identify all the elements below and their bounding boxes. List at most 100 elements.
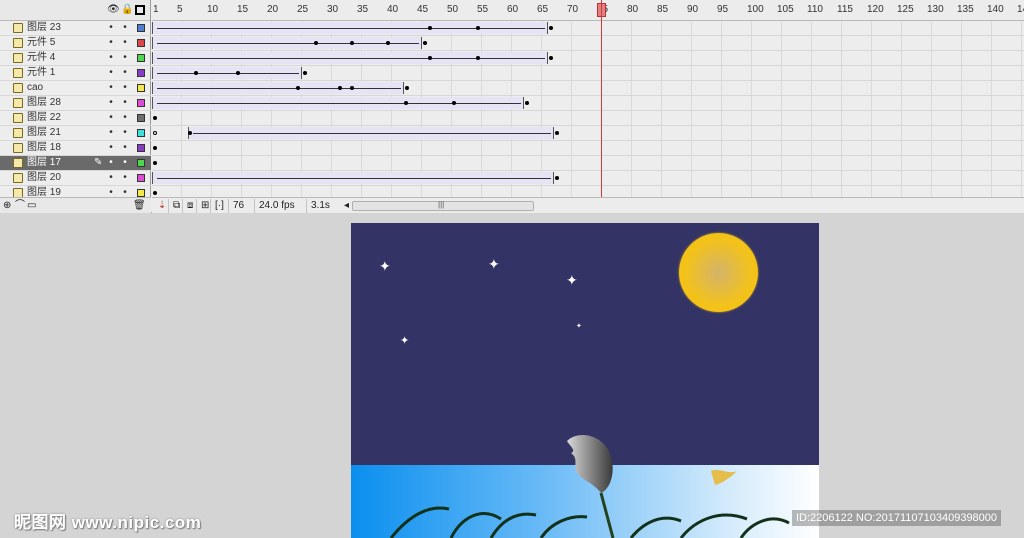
visibility-dot[interactable]: • (108, 36, 114, 50)
outline-color-swatch[interactable] (137, 24, 145, 32)
keyframe[interactable] (423, 41, 427, 45)
visibility-dot[interactable]: • (108, 141, 114, 155)
outline-color-swatch[interactable] (137, 144, 145, 152)
outline-color-swatch[interactable] (137, 69, 145, 77)
layer-name[interactable]: 图层 20 (27, 171, 61, 185)
keyframe[interactable] (386, 41, 390, 45)
visibility-dot[interactable]: • (108, 96, 114, 110)
keyframe[interactable] (153, 191, 157, 195)
frame-row[interactable] (152, 51, 1024, 66)
visibility-dot[interactable]: • (108, 66, 114, 80)
modify-markers-icon[interactable]: [·] (210, 199, 228, 213)
keyframe[interactable] (405, 86, 409, 90)
keyframe[interactable] (350, 41, 354, 45)
lock-dot[interactable]: • (122, 111, 128, 125)
visibility-dot[interactable]: • (108, 171, 114, 185)
keyframe[interactable] (296, 86, 300, 90)
tween-span[interactable] (152, 82, 404, 94)
lock-dot[interactable]: • (122, 66, 128, 80)
horizontal-scrollbar[interactable]: ||| (352, 200, 534, 211)
keyframe[interactable] (153, 161, 157, 165)
outline-color-swatch[interactable] (137, 129, 145, 137)
keyframe[interactable] (428, 56, 432, 60)
frame-row[interactable] (152, 186, 1024, 197)
lock-dot[interactable]: • (122, 171, 128, 185)
frame-row[interactable] (152, 21, 1024, 36)
keyframe[interactable] (525, 101, 529, 105)
keyframe[interactable] (452, 101, 456, 105)
keyframe[interactable] (236, 71, 240, 75)
lock-dot[interactable]: • (122, 141, 128, 155)
layer-row[interactable]: 图层 23 • • (0, 21, 151, 36)
keyframe[interactable] (350, 86, 354, 90)
layer-name[interactable]: 元件 1 (27, 66, 55, 80)
visibility-dot[interactable]: • (108, 111, 114, 125)
tween-span[interactable] (152, 67, 302, 79)
keyframe[interactable] (549, 26, 553, 30)
insert-folder-icon[interactable]: ▭ (27, 200, 36, 211)
layer-name[interactable]: 元件 5 (27, 36, 55, 50)
layer-row[interactable]: 元件 5 • • (0, 36, 151, 51)
keyframe[interactable] (153, 146, 157, 150)
layer-row[interactable]: 图层 21 • • (0, 126, 151, 141)
lock-dot[interactable]: • (122, 36, 128, 50)
outline-color-swatch[interactable] (137, 159, 145, 167)
frame-row[interactable] (152, 141, 1024, 156)
frame-row[interactable] (152, 66, 1024, 81)
keyframe[interactable] (153, 131, 157, 135)
layer-name[interactable]: 图层 17 (27, 156, 61, 170)
keyframe[interactable] (549, 56, 553, 60)
keyframe[interactable] (314, 41, 318, 45)
layer-row[interactable]: 图层 22 • • (0, 111, 151, 126)
keyframe[interactable] (476, 56, 480, 60)
keyframe[interactable] (338, 86, 342, 90)
frame-row[interactable] (152, 96, 1024, 111)
tween-span[interactable] (152, 172, 554, 184)
layer-row[interactable]: 图层 17 ✎ • • (0, 156, 151, 171)
lock-dot[interactable]: • (122, 126, 128, 140)
layer-name[interactable]: 图层 28 (27, 96, 61, 110)
tween-span[interactable] (152, 37, 422, 49)
visibility-dot[interactable]: • (108, 21, 114, 35)
lock-dot[interactable]: • (122, 156, 128, 170)
keyframe[interactable] (303, 71, 307, 75)
frame-row[interactable] (152, 36, 1024, 51)
keyframe[interactable] (188, 131, 192, 135)
layer-row[interactable]: 图层 18 • • (0, 141, 151, 156)
lock-dot[interactable]: • (122, 81, 128, 95)
frame-row[interactable] (152, 171, 1024, 186)
layer-name[interactable]: 元件 4 (27, 51, 55, 65)
outline-color-swatch[interactable] (137, 99, 145, 107)
keyframe[interactable] (476, 26, 480, 30)
keyframe[interactable] (153, 116, 157, 120)
add-guide-icon[interactable]: ⌒ (15, 200, 25, 211)
outline-color-swatch[interactable] (137, 39, 145, 47)
layer-name[interactable]: 图层 23 (27, 21, 61, 35)
frame-row[interactable] (152, 111, 1024, 126)
lock-dot[interactable]: • (122, 51, 128, 65)
outline-color-swatch[interactable] (137, 84, 145, 92)
visibility-dot[interactable]: • (108, 156, 114, 170)
keyframe[interactable] (428, 26, 432, 30)
tween-span[interactable] (152, 97, 524, 109)
visibility-dot[interactable]: • (108, 126, 114, 140)
visibility-dot[interactable]: • (108, 51, 114, 65)
tween-span[interactable] (152, 22, 548, 34)
outline-color-swatch[interactable] (137, 54, 145, 62)
layer-name[interactable]: cao (27, 81, 43, 95)
keyframe[interactable] (555, 131, 559, 135)
lock-dot[interactable]: • (122, 96, 128, 110)
frame-area[interactable]: 1510152025303540455055606570758085909510… (152, 0, 1024, 197)
layer-row[interactable]: 元件 1 • • (0, 66, 151, 81)
keyframe[interactable] (555, 176, 559, 180)
layer-row[interactable]: cao • • (0, 81, 151, 96)
visibility-dot[interactable]: • (108, 81, 114, 95)
layer-name[interactable]: 图层 21 (27, 126, 61, 140)
layer-row[interactable]: 图层 20 • • (0, 171, 151, 186)
layer-row[interactable]: 图层 28 • • (0, 96, 151, 111)
layer-name[interactable]: 图层 22 (27, 111, 61, 125)
insert-layer-icon[interactable]: ⊕ (3, 200, 11, 211)
frame-row[interactable] (152, 126, 1024, 141)
outline-color-swatch[interactable] (137, 189, 145, 197)
layer-name[interactable]: 图层 18 (27, 141, 61, 155)
